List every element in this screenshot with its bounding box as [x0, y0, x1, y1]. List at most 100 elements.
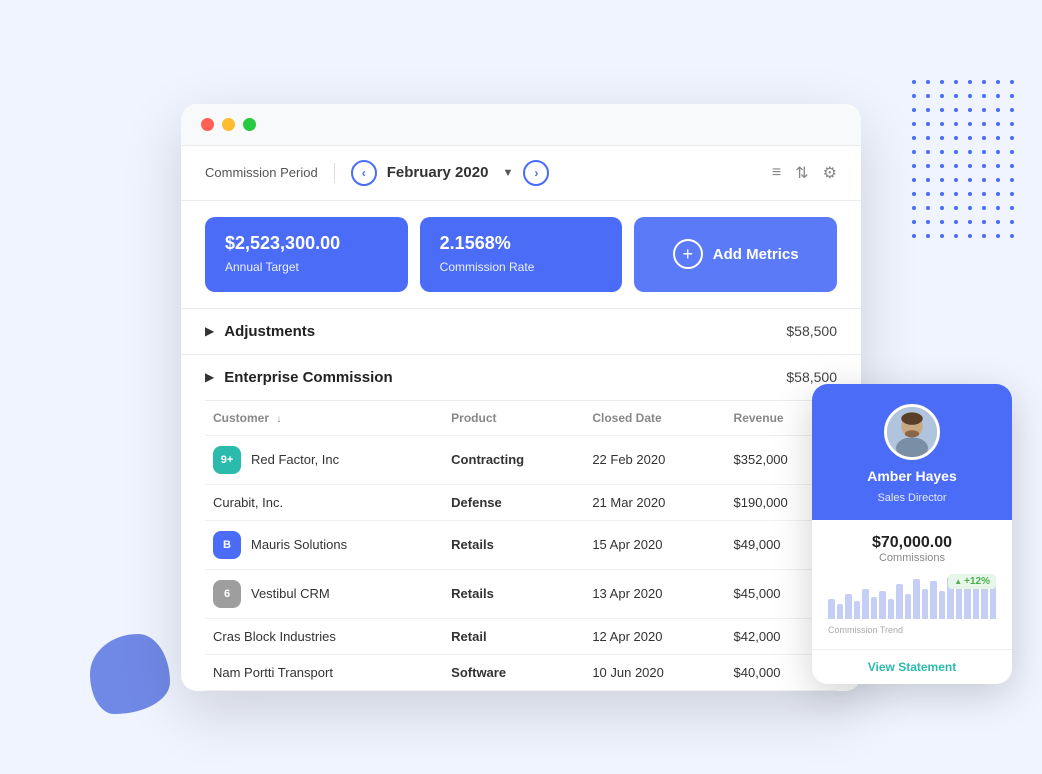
profile-card: Amber Hayes Sales Director $70,000.00 Co…: [812, 384, 1012, 684]
customer-name: Vestibul CRM: [251, 586, 330, 601]
annual-target-label: Annual Target: [225, 260, 299, 274]
col-closed-date: Closed Date: [584, 401, 725, 436]
company-icon: 9+: [213, 446, 241, 474]
avatar: [884, 404, 940, 460]
customer-name: Cras Block Industries: [213, 629, 336, 644]
customer-cell: B Mauris Solutions: [205, 520, 443, 569]
commission-period-label: Commission Period: [205, 165, 318, 180]
chart-bar: [837, 604, 844, 619]
chart-bar: [896, 584, 903, 619]
sort-arrow-icon: ↓: [276, 414, 281, 425]
enterprise-amount: $58,500: [786, 369, 837, 385]
table-row: 6Vestibul CRMRetails13 Apr 2020$45,000: [205, 569, 837, 618]
company-icon: B: [213, 531, 241, 559]
product-cell: Retails: [443, 520, 584, 569]
col-product: Product: [443, 401, 584, 436]
adjustments-amount: $58,500: [786, 323, 837, 339]
chart-bar: [871, 597, 878, 619]
add-metrics-label: Add Metrics: [713, 246, 799, 263]
header-icons: ≡ ⇅ ⚙: [772, 163, 837, 183]
closed-date-cell: 10 Jun 2020: [584, 654, 725, 690]
table-row: Cras Block IndustriesRetail12 Apr 2020$4…: [205, 618, 837, 654]
annual-target-value: $2,523,300.00: [225, 233, 388, 254]
title-bar: [181, 104, 861, 146]
trend-badge: ▲ +12%: [948, 574, 996, 589]
closed-date-cell: 21 Mar 2020: [584, 484, 725, 520]
enterprise-title: Enterprise Commission: [224, 369, 786, 386]
customer-cell: 9+ Red Factor, Inc: [205, 435, 443, 484]
chart-bar: [862, 589, 869, 619]
commission-rate-card: 2.1568% Commission Rate: [420, 217, 623, 292]
sort-icon[interactable]: ⇅: [795, 163, 808, 183]
period-label: February 2020: [387, 164, 489, 181]
chart-bar: [990, 584, 997, 619]
table-row: BMauris SolutionsRetails15 Apr 2020$49,0…: [205, 520, 837, 569]
blob-decoration: [90, 634, 170, 714]
chart-bar: [854, 601, 861, 619]
traffic-light-red[interactable]: [201, 118, 214, 131]
customer-name: Mauris Solutions: [251, 537, 347, 552]
add-metrics-button[interactable]: + Add Metrics: [634, 217, 837, 292]
period-dropdown-chevron[interactable]: ▼: [502, 167, 513, 179]
customer-cell: Nam Portti Transport: [205, 654, 443, 690]
chart-bar: [930, 581, 937, 619]
product-cell: Defense: [443, 484, 584, 520]
customer-name: Curabit, Inc.: [213, 495, 283, 510]
chart-bar: [845, 594, 852, 619]
commission-rate-label: Commission Rate: [440, 260, 535, 274]
commission-trend-label: Commission Trend: [828, 625, 996, 635]
profile-name: Amber Hayes: [867, 468, 957, 484]
view-statement-button[interactable]: View Statement: [812, 649, 1012, 684]
enterprise-table: Customer ↓ Product Closed Date Revenue: [205, 401, 837, 691]
closed-date-cell: 22 Feb 2020: [584, 435, 725, 484]
enterprise-chevron-icon: ▶: [205, 370, 214, 384]
customer-cell: Curabit, Inc.: [205, 484, 443, 520]
closed-date-cell: 13 Apr 2020: [584, 569, 725, 618]
next-period-button[interactable]: ›: [523, 160, 549, 186]
closed-date-cell: 12 Apr 2020: [584, 618, 725, 654]
prev-period-button[interactable]: ‹: [351, 160, 377, 186]
chart-bar: [879, 591, 886, 619]
header-divider: [334, 163, 335, 183]
product-cell: Contracting: [443, 435, 584, 484]
traffic-light-yellow[interactable]: [222, 118, 235, 131]
table-row: 9+Red Factor, IncContracting22 Feb 2020$…: [205, 435, 837, 484]
customer-name: Nam Portti Transport: [213, 665, 333, 680]
chart-bar: [888, 599, 895, 619]
commissions-value: $70,000.00: [828, 534, 996, 552]
filter-lines-icon[interactable]: ≡: [772, 164, 781, 182]
trend-percent: +12%: [964, 576, 990, 587]
chart-bar: [905, 594, 912, 619]
product-cell: Retail: [443, 618, 584, 654]
commission-rate-value: 2.1568%: [440, 233, 603, 254]
chart-bar: [956, 584, 963, 619]
traffic-light-green[interactable]: [243, 118, 256, 131]
profile-role: Sales Director: [877, 492, 946, 504]
header-bar: Commission Period ‹ February 2020 ▼ › ≡ …: [181, 146, 861, 201]
chart-bar: [913, 579, 920, 619]
customer-name: Red Factor, Inc: [251, 452, 339, 467]
customer-cell: 6Vestibul CRM: [205, 569, 443, 618]
settings-gear-icon[interactable]: ⚙: [823, 163, 837, 183]
table-row: Nam Portti TransportSoftware10 Jun 2020$…: [205, 654, 837, 690]
adjustments-row[interactable]: ▶ Adjustments $58,500: [181, 308, 861, 355]
commissions-label: Commissions: [828, 552, 996, 564]
table-row: Curabit, Inc.Defense21 Mar 2020$190,000: [205, 484, 837, 520]
period-nav: ‹ February 2020 ▼ ›: [351, 160, 772, 186]
closed-date-cell: 15 Apr 2020: [584, 520, 725, 569]
annual-target-card: $2,523,300.00 Annual Target: [205, 217, 408, 292]
adjustments-title: Adjustments: [224, 323, 786, 340]
dot-grid-decoration: // Will generate dots via JS below: [912, 80, 1012, 260]
adjustments-chevron-icon: ▶: [205, 324, 214, 338]
chart-bar: [828, 599, 835, 619]
enterprise-header[interactable]: ▶ Enterprise Commission $58,500: [205, 355, 837, 401]
metrics-row: $2,523,300.00 Annual Target 2.1568% Comm…: [181, 201, 861, 308]
profile-card-header: Amber Hayes Sales Director: [812, 384, 1012, 520]
commission-trend-chart: ▲ +12%: [828, 574, 996, 619]
col-customer[interactable]: Customer ↓: [205, 401, 443, 436]
product-cell: Software: [443, 654, 584, 690]
avatar-image: [887, 407, 937, 457]
app-window: Commission Period ‹ February 2020 ▼ › ≡ …: [181, 104, 861, 691]
product-cell: Retails: [443, 569, 584, 618]
chart-bar: [922, 589, 929, 619]
